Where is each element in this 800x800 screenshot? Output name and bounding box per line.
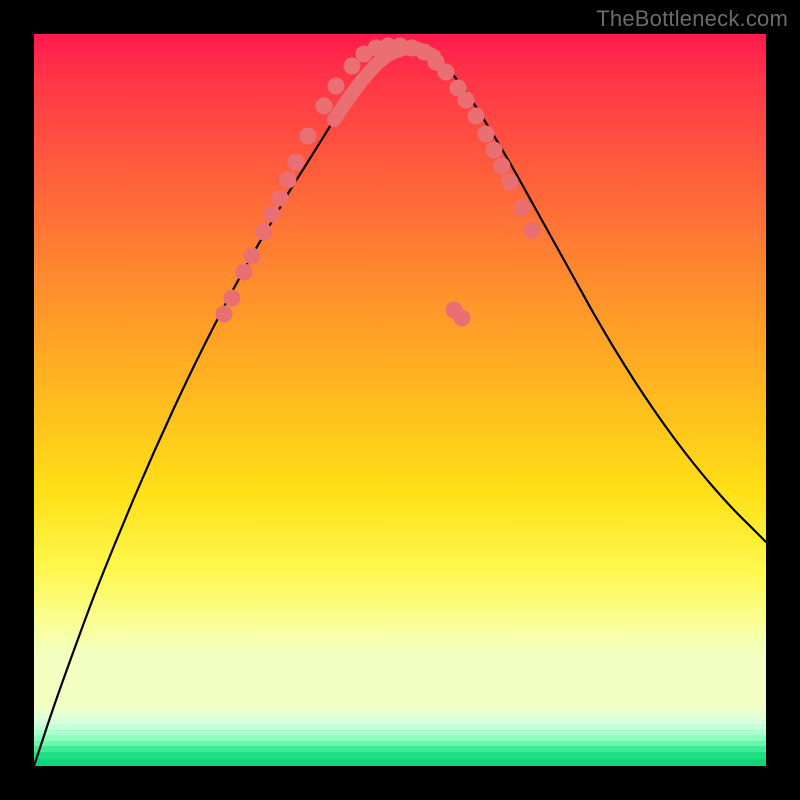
data-markers bbox=[216, 38, 541, 327]
data-marker bbox=[344, 58, 361, 75]
curve-svg bbox=[34, 34, 766, 766]
data-marker bbox=[438, 64, 455, 81]
data-marker bbox=[468, 108, 485, 125]
data-marker bbox=[458, 92, 475, 109]
chart-frame: TheBottleneck.com bbox=[0, 0, 800, 800]
data-marker bbox=[224, 290, 241, 307]
plot-area bbox=[34, 34, 766, 766]
data-marker bbox=[216, 306, 233, 323]
data-marker bbox=[514, 200, 531, 217]
data-marker bbox=[288, 154, 305, 171]
data-marker bbox=[494, 158, 511, 175]
watermark-text: TheBottleneck.com bbox=[596, 6, 788, 32]
data-marker bbox=[300, 128, 317, 145]
data-marker bbox=[478, 126, 495, 143]
data-marker bbox=[244, 248, 261, 265]
data-marker bbox=[264, 206, 281, 223]
data-marker bbox=[256, 224, 273, 241]
data-marker bbox=[502, 174, 519, 191]
data-marker bbox=[328, 78, 345, 95]
data-marker bbox=[272, 190, 289, 207]
data-marker bbox=[454, 310, 471, 327]
data-marker bbox=[280, 172, 297, 189]
data-marker bbox=[236, 264, 253, 281]
data-marker bbox=[486, 142, 503, 159]
bottleneck-curve bbox=[34, 48, 766, 766]
data-marker bbox=[316, 98, 333, 115]
data-marker bbox=[524, 222, 541, 239]
